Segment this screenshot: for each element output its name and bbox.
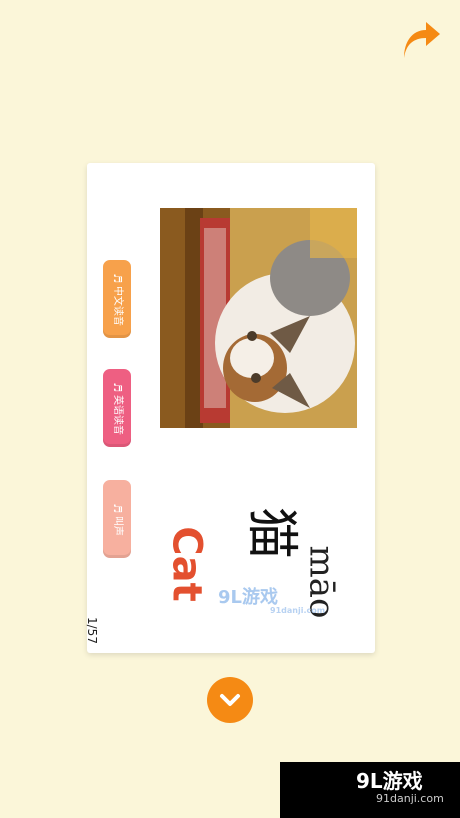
hanzi-character: 猫 [241, 506, 302, 559]
english-word: Cat [163, 526, 210, 602]
chevron-down-icon [220, 694, 240, 706]
english-pronunciation-button[interactable]: ♬ 英语读音 [103, 369, 131, 447]
animal-sound-label: 叫声 [112, 515, 123, 536]
watermark-brand: 9L游戏 [218, 587, 278, 608]
watermark-logo: 9L游戏 91danji.com [218, 583, 325, 615]
brand-logo: 9L游戏 [356, 769, 423, 793]
cat-photo [160, 208, 357, 428]
up-arrow-icon [404, 22, 440, 58]
flash-card: ♬ 中文读音 ♬ 英语读音 ♬ 叫声 māo 猫 Cat 9L游戏 91danj… [85, 163, 375, 653]
animal-sound-button[interactable]: ♬ 叫声 [103, 480, 131, 558]
speaker-icon: ♬ [110, 381, 124, 392]
speaker-icon: ♬ [110, 502, 124, 513]
chinese-pronunciation-button[interactable]: ♬ 中文读音 [103, 260, 131, 338]
speaker-icon: ♬ [110, 272, 124, 283]
chinese-pronunciation-label: 中文读音 [112, 285, 123, 326]
english-pronunciation-label: 英语读音 [112, 394, 123, 435]
page-counter: 1/57 [85, 617, 99, 644]
up-arrow-button[interactable] [398, 18, 444, 64]
watermark-url: 91danji.com [270, 606, 326, 615]
brand-url: 91danji.com [376, 792, 444, 805]
brand-watermark-bar: 9L游戏 91danji.com [280, 762, 460, 818]
next-card-button[interactable] [207, 677, 253, 723]
